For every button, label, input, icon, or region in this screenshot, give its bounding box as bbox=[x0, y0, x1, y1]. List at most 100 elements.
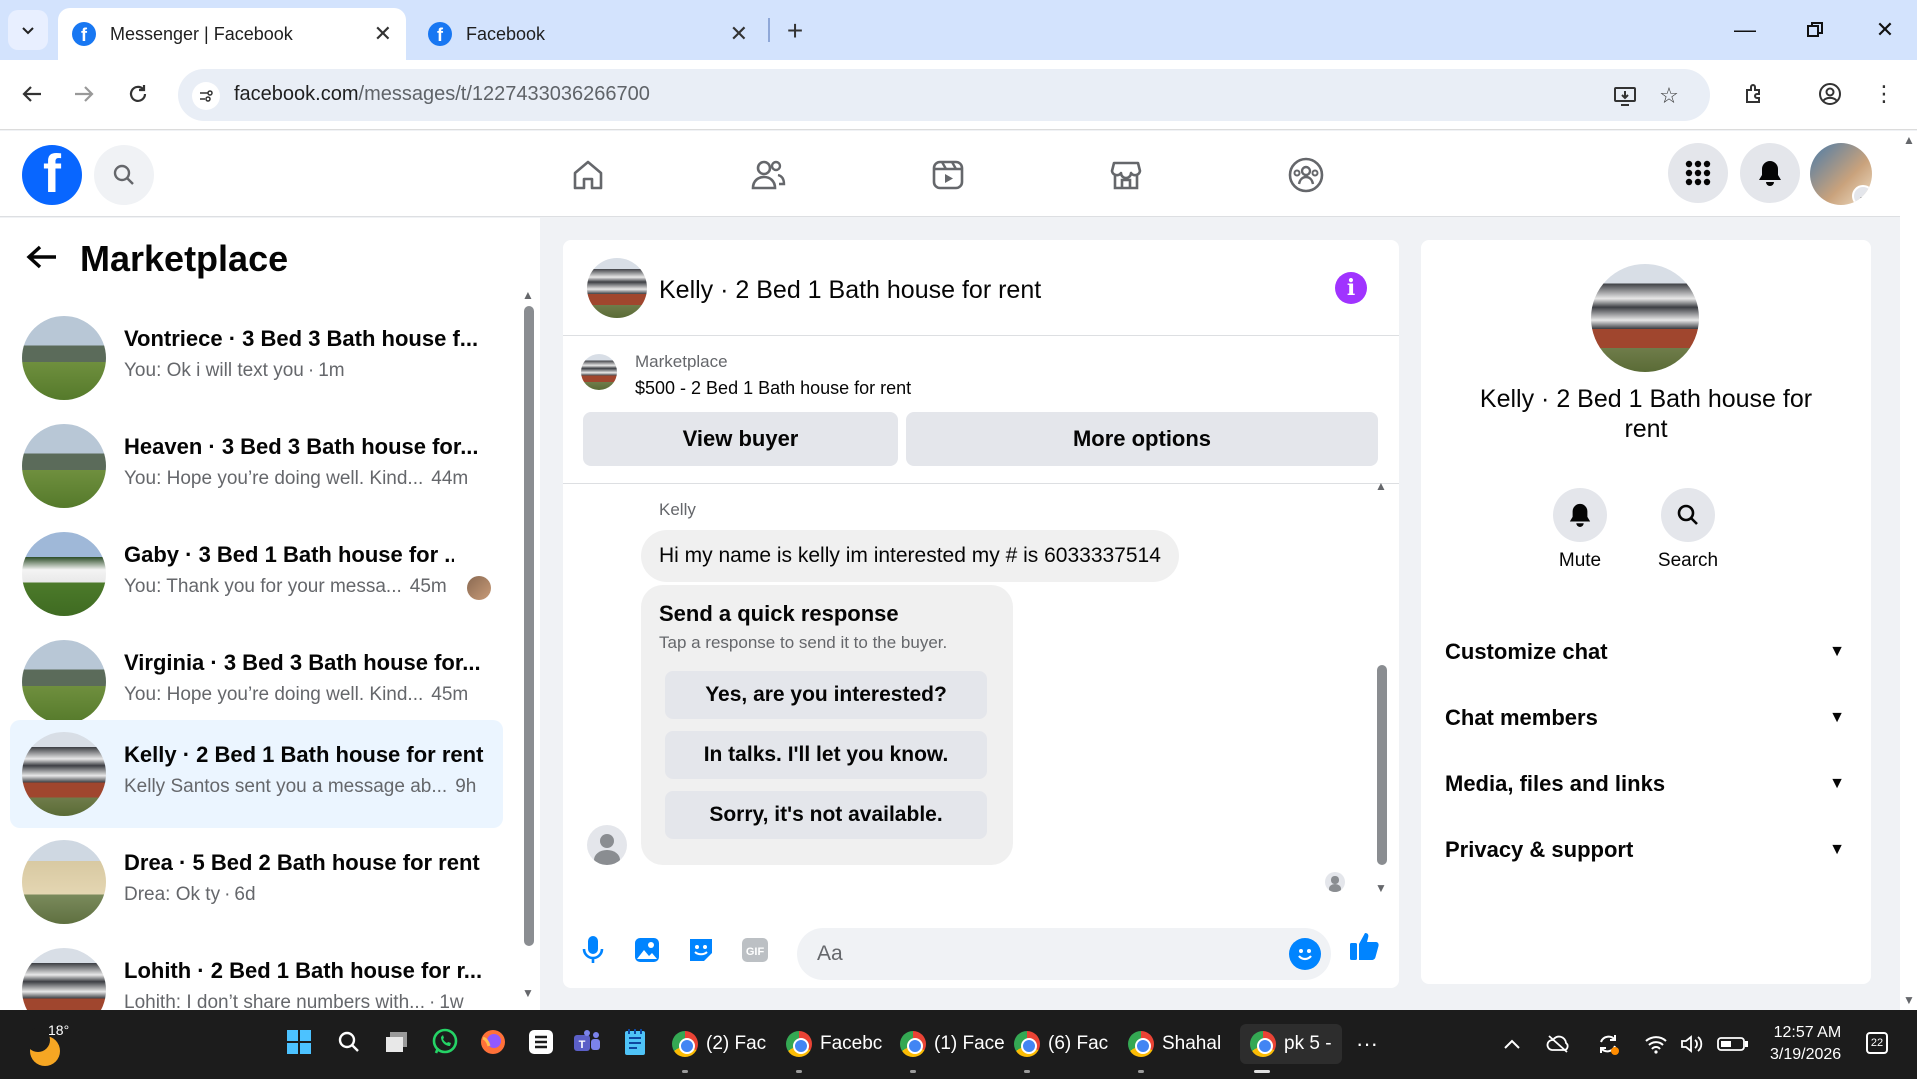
quick-reply-interested[interactable]: Yes, are you interested? bbox=[665, 671, 987, 719]
chat-row-lohith[interactable]: Lohith · 2 Bed 1 Bath house for r... Loh… bbox=[10, 936, 503, 1010]
like-thumbs-up-icon[interactable] bbox=[1349, 930, 1381, 962]
media-files-links-section[interactable]: Media, files and links ▼ bbox=[1445, 764, 1845, 804]
taskbar-search-icon[interactable] bbox=[334, 1027, 364, 1057]
scroll-up-arrow-icon[interactable]: ▲ bbox=[1375, 479, 1387, 493]
marketplace-nav-button[interactable] bbox=[1098, 149, 1154, 201]
more-options-button[interactable]: More options bbox=[906, 412, 1378, 466]
chat-list-scrollbar[interactable]: ▲ ▼ bbox=[522, 288, 536, 1000]
photo-icon[interactable] bbox=[631, 934, 663, 966]
wifi-icon[interactable] bbox=[1642, 1030, 1670, 1058]
view-buyer-button[interactable]: View buyer bbox=[583, 412, 898, 466]
info-icon[interactable]: i bbox=[1335, 272, 1367, 304]
scroll-up-arrow-icon[interactable]: ▲ bbox=[1903, 133, 1915, 147]
tab-facebook[interactable]: f Facebook ✕ bbox=[414, 8, 762, 60]
tab-search-button[interactable] bbox=[8, 10, 48, 50]
taskbar-window-4[interactable]: (6) Fac bbox=[1014, 1024, 1108, 1064]
menu-button[interactable] bbox=[1668, 143, 1728, 203]
notepad-icon[interactable] bbox=[620, 1027, 650, 1057]
gif-icon[interactable]: GIF bbox=[739, 934, 771, 966]
friends-nav-button[interactable] bbox=[740, 149, 796, 201]
scroll-thumb[interactable] bbox=[1377, 665, 1387, 865]
sync-icon[interactable] bbox=[1594, 1030, 1622, 1058]
groups-nav-button[interactable] bbox=[1278, 149, 1334, 201]
sender-avatar[interactable] bbox=[587, 825, 627, 865]
taskbar-window-6[interactable]: pk 5 - bbox=[1240, 1024, 1342, 1064]
quick-reply-not-available[interactable]: Sorry, it's not available. bbox=[665, 791, 987, 839]
task-view-icon[interactable] bbox=[382, 1027, 412, 1057]
details-avatar[interactable] bbox=[1591, 264, 1699, 372]
chat-members-section[interactable]: Chat members ▼ bbox=[1445, 698, 1845, 738]
profile-icon[interactable] bbox=[1812, 76, 1848, 112]
battery-icon[interactable] bbox=[1716, 1030, 1750, 1058]
cloud-offline-icon[interactable] bbox=[1544, 1030, 1572, 1058]
incoming-message[interactable]: Hi my name is kelly im interested my # i… bbox=[641, 530, 1179, 582]
tab-messenger[interactable]: f Messenger | Facebook ✕ bbox=[58, 8, 406, 60]
conversation-scrollbar[interactable]: ▲ ▼ bbox=[1373, 479, 1391, 895]
home-nav-button[interactable] bbox=[560, 149, 616, 201]
emoji-icon[interactable] bbox=[1289, 938, 1321, 970]
bookmark-star-icon[interactable]: ☆ bbox=[1654, 81, 1684, 111]
listing-source: Marketplace bbox=[635, 352, 728, 371]
chat-row-gaby[interactable]: Gaby · 3 Bed 1 Bath house for ... You: T… bbox=[10, 520, 503, 628]
account-avatar[interactable]: ⌄ bbox=[1810, 143, 1872, 205]
chat-row-heaven[interactable]: Heaven · 3 Bed 3 Bath house for... You: … bbox=[10, 412, 503, 520]
read-receipt-avatar bbox=[1325, 872, 1345, 892]
conversation-avatar[interactable] bbox=[587, 258, 647, 318]
minimize-button[interactable]: — bbox=[1720, 12, 1770, 48]
close-tab-icon[interactable]: ✕ bbox=[730, 21, 748, 47]
taskbar-window-1[interactable]: (2) Fac bbox=[672, 1024, 766, 1064]
scroll-thumb[interactable] bbox=[524, 306, 534, 946]
facebook-logo-icon[interactable]: f bbox=[22, 145, 82, 205]
chat-row-vontriece[interactable]: Vontriece · 3 Bed 3 Bath house f... You:… bbox=[10, 304, 503, 412]
listing-title[interactable]: $500 - 2 Bed 1 Bath house for rent bbox=[635, 378, 911, 399]
chat-row-kelly[interactable]: Kelly · 2 Bed 1 Bath house for rent Kell… bbox=[10, 720, 503, 828]
chat-row-drea[interactable]: Drea · 5 Bed 2 Bath house for rent Drea:… bbox=[10, 828, 503, 936]
address-bar[interactable]: facebook.com/messages/t/1227433036266700… bbox=[178, 69, 1710, 121]
site-info-icon[interactable] bbox=[192, 82, 220, 110]
scroll-up-arrow-icon[interactable]: ▲ bbox=[522, 288, 534, 302]
teams-icon[interactable]: T bbox=[572, 1027, 602, 1057]
new-tab-button[interactable]: + bbox=[778, 14, 812, 48]
microphone-icon[interactable] bbox=[577, 934, 609, 966]
facebook-search-button[interactable] bbox=[94, 145, 154, 205]
scroll-down-arrow-icon[interactable]: ▼ bbox=[1903, 993, 1915, 1007]
privacy-support-section[interactable]: Privacy & support ▼ bbox=[1445, 830, 1845, 870]
close-window-button[interactable]: ✕ bbox=[1860, 12, 1910, 48]
taskbar-more-button[interactable]: ··· bbox=[1356, 1024, 1378, 1064]
back-arrow-icon[interactable] bbox=[26, 238, 58, 280]
mute-button[interactable]: Mute bbox=[1545, 488, 1615, 572]
customize-chat-section[interactable]: Customize chat ▼ bbox=[1445, 632, 1845, 672]
system-clock[interactable]: 12:57 AM 3/19/2026 bbox=[1770, 1022, 1841, 1066]
close-tab-icon[interactable]: ✕ bbox=[374, 21, 392, 47]
quick-reply-in-talks[interactable]: In talks. I'll let you know. bbox=[665, 731, 987, 779]
forward-button[interactable] bbox=[64, 74, 104, 114]
reload-button[interactable] bbox=[118, 74, 158, 114]
notification-center-icon[interactable]: 22 bbox=[1866, 1032, 1888, 1054]
whatsapp-icon[interactable] bbox=[430, 1027, 460, 1057]
firefox-icon[interactable] bbox=[478, 1027, 508, 1057]
volume-icon[interactable] bbox=[1678, 1030, 1706, 1058]
windows-start-icon[interactable] bbox=[284, 1027, 314, 1057]
page-scrollbar[interactable]: ▲ ▼ bbox=[1900, 131, 1917, 1011]
install-app-icon[interactable] bbox=[1610, 81, 1640, 111]
weather-widget[interactable]: 18° bbox=[26, 1022, 69, 1066]
show-hidden-icons-chevron-icon[interactable] bbox=[1498, 1030, 1526, 1058]
browser-menu-icon[interactable]: ⋮ bbox=[1866, 76, 1902, 112]
search-in-conversation-button[interactable]: Search bbox=[1653, 488, 1723, 572]
sticker-icon[interactable] bbox=[685, 934, 717, 966]
message-input[interactable]: Aa bbox=[797, 928, 1331, 980]
taskbar-window-3[interactable]: (1) Face bbox=[900, 1024, 1005, 1064]
scroll-down-arrow-icon[interactable]: ▼ bbox=[522, 986, 534, 1000]
back-button[interactable] bbox=[12, 74, 52, 114]
scroll-down-arrow-icon[interactable]: ▼ bbox=[1375, 881, 1387, 895]
taskbar-window-5[interactable]: Shahal bbox=[1128, 1024, 1221, 1064]
video-nav-button[interactable] bbox=[920, 149, 976, 201]
app-shortcut-icon[interactable] bbox=[526, 1027, 556, 1057]
taskbar-window-2[interactable]: Facebc bbox=[786, 1024, 882, 1064]
notifications-button[interactable] bbox=[1740, 143, 1800, 203]
snippet-text: You: Hope you’re doing well. Kind... bbox=[124, 468, 424, 489]
extensions-icon[interactable] bbox=[1736, 76, 1772, 112]
conversation-title[interactable]: Kelly · 2 Bed 1 Bath house for rent bbox=[659, 276, 1041, 305]
snippet-text: Drea: Ok ty bbox=[124, 884, 221, 905]
restore-button[interactable] bbox=[1790, 12, 1840, 48]
